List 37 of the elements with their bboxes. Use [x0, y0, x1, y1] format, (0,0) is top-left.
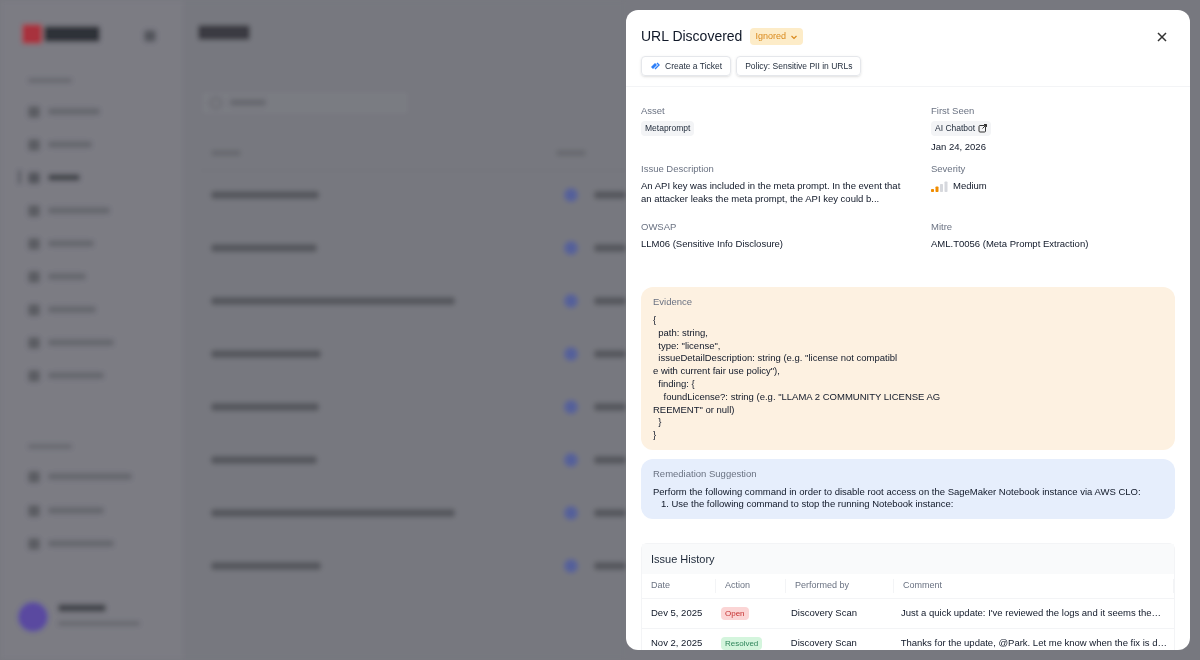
field-value: LLM06 (Sensitive Info Disclosure)	[641, 237, 785, 250]
close-button[interactable]	[1157, 31, 1167, 42]
column-header: Action	[716, 579, 786, 593]
external-link-icon	[978, 123, 988, 133]
asset-tag: Metaprompt	[641, 121, 695, 136]
panel-title: Evidence	[653, 295, 694, 308]
field-label: Severity	[931, 163, 967, 175]
ticket-icon	[650, 61, 660, 71]
table-cell-text: Thanks for the update, @Park. Let me know when the fix is d…	[899, 636, 1168, 650]
field-label: Asset	[641, 105, 666, 117]
remediation-text: Perform the following command in order to disable root access on the SageMaker Notebook instance via AWS CLO: 1. Use the following command to stop the running Notebook instance:	[653, 485, 1142, 511]
action-button[interactable]: Create a Ticket	[641, 56, 732, 76]
field-label: OWSAP	[641, 221, 678, 233]
table-cell-text: Discovery Scan	[790, 606, 858, 621]
close-icon	[1157, 31, 1167, 42]
table-cell-text: Discovery Scan	[789, 636, 858, 650]
card-title: Issue History	[651, 551, 715, 567]
table-cell-text: Nov 2, 2025	[650, 636, 704, 650]
table-cell-text: Just a quick update: I've reviewed the logs and it seems the…	[900, 606, 1163, 621]
source-link[interactable]: AI Chatbot	[931, 121, 992, 136]
modal-title: URL Discovered	[641, 27, 743, 46]
severity-text: Medium	[953, 179, 987, 193]
panel-title: Remediation Suggestion	[653, 466, 758, 480]
column-header: Performed by	[786, 579, 894, 593]
field-label: Mitre	[931, 221, 954, 233]
column-header: Date	[642, 579, 716, 593]
action-button[interactable]: Policy: Sensitive PII in URLs	[736, 56, 862, 76]
evidence-code: { path: string, type: "license", issueDetailDescription: string (e.g. "license not compatibl e with current fair use policy"), finding: { foundLicense?: string (e.g. "LLAMA 2 COMMUNITY LICENSE AG REEMENT" or null) } }	[653, 314, 942, 442]
table-cell-text: Dev 5, 2025	[650, 606, 704, 621]
field-label: First Seen	[931, 105, 976, 117]
field-value: AML.T0056 (Meta Prompt Extraction)	[931, 237, 1090, 250]
field-value: An API key was included in the meta prompt. In the event that an attacker leaks the meta prompt, the API key could b...	[641, 179, 902, 205]
date-text: Jan 24, 2026	[931, 139, 987, 154]
column-header: Comment	[894, 579, 1174, 593]
action-badge: Open	[721, 607, 749, 621]
field-label: Issue Description	[641, 163, 715, 175]
action-badge: Resolved	[720, 637, 763, 650]
